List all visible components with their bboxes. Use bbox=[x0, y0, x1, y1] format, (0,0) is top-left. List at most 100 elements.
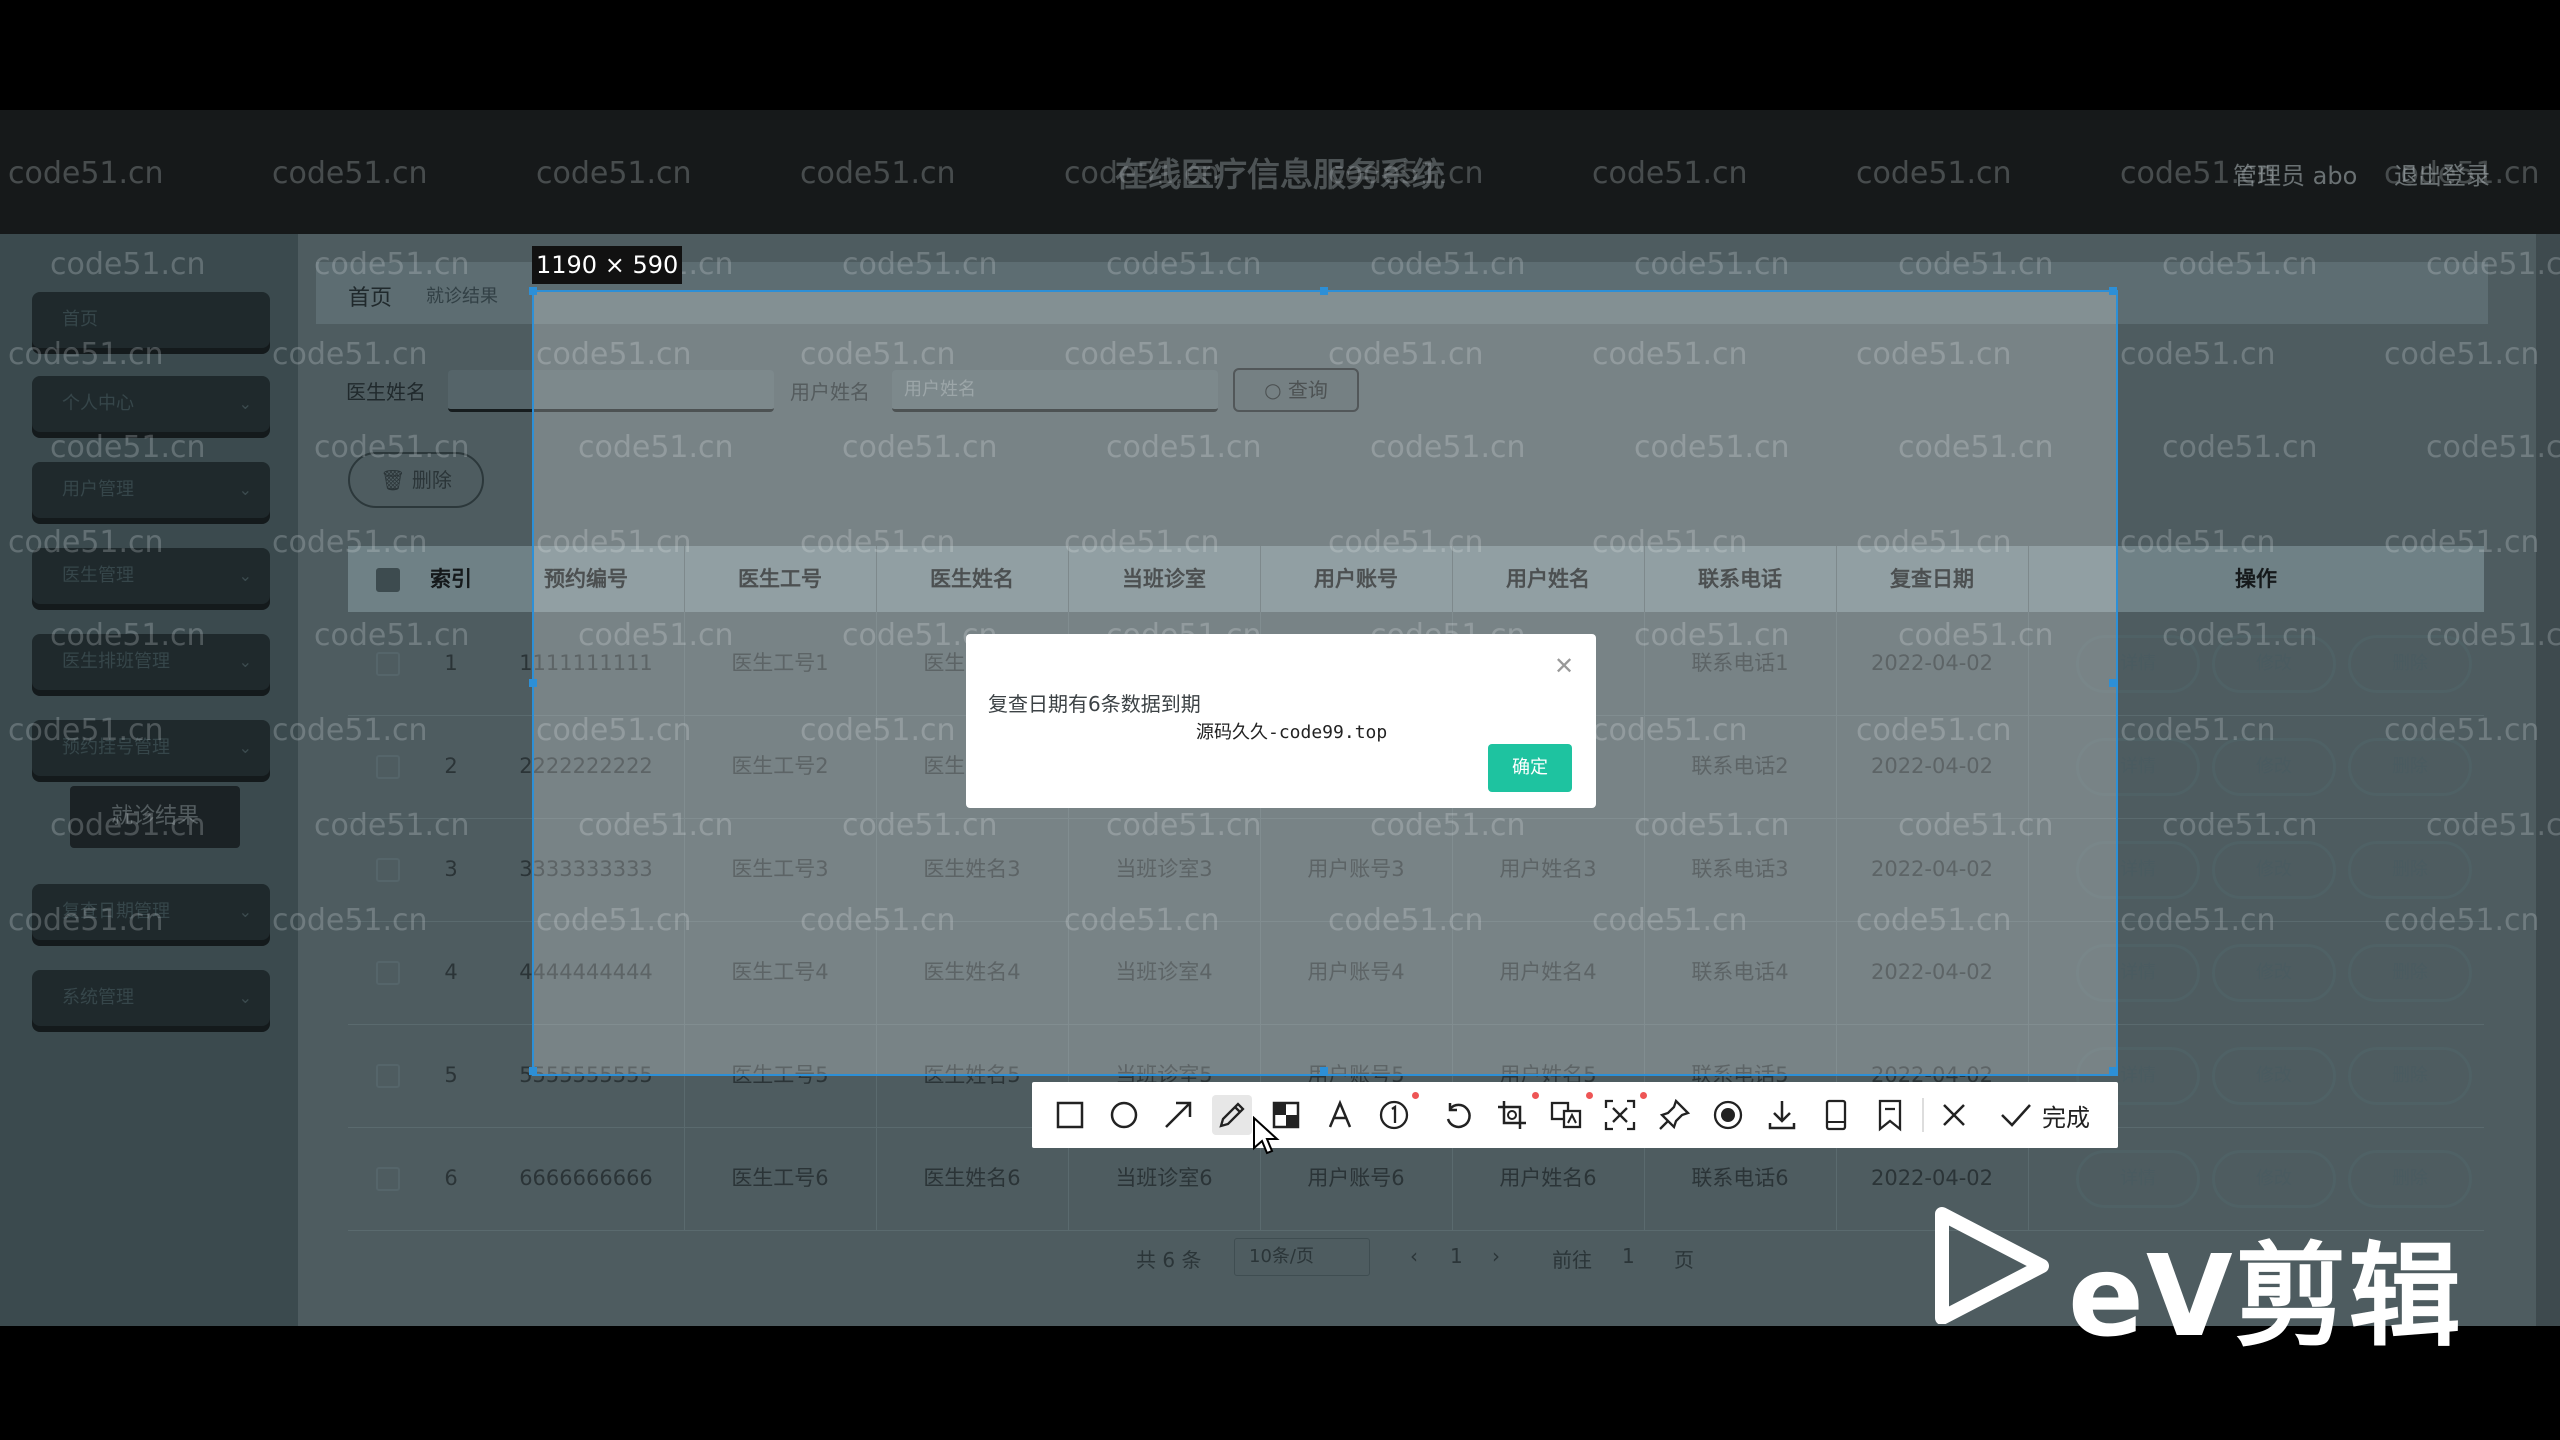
pager-total: 共 6 条 bbox=[1136, 1248, 1202, 1272]
confirm-button[interactable]: 确定 bbox=[1488, 744, 1572, 792]
watermark-text: code51.cn bbox=[2162, 617, 2318, 653]
resize-handle[interactable] bbox=[529, 1067, 537, 1075]
phone-save-icon[interactable] bbox=[1816, 1095, 1856, 1135]
watermark-text: code51.cn bbox=[2120, 712, 2276, 748]
row-checkbox[interactable] bbox=[376, 1167, 400, 1191]
watermark-text: code51.cn bbox=[314, 429, 470, 465]
sidebar-item-label: 首页 bbox=[62, 309, 98, 330]
chevron-down-icon: ⌄ bbox=[238, 738, 252, 757]
watermark-text: code51.cn bbox=[1634, 246, 1790, 282]
watermark-text: code51.cn bbox=[314, 807, 470, 843]
watermark-text: code51.cn bbox=[2162, 429, 2318, 465]
delete-row-button[interactable]: 删除 bbox=[2348, 944, 2472, 1002]
arrow-icon[interactable] bbox=[1158, 1095, 1198, 1135]
select-all-checkbox[interactable] bbox=[376, 568, 400, 592]
chevron-down-icon: ⌄ bbox=[238, 652, 252, 671]
next-page-icon[interactable]: › bbox=[1492, 1244, 1500, 1268]
edit-button[interactable]: 修改 bbox=[2212, 944, 2336, 1002]
edit-button[interactable]: 修改 bbox=[2212, 841, 2336, 899]
close-icon[interactable] bbox=[1934, 1095, 1974, 1135]
page-size-select[interactable]: 10条/页 bbox=[1234, 1238, 1370, 1276]
watermark-text: code51.cn bbox=[272, 903, 428, 938]
watermark-text: code51.cn bbox=[50, 807, 206, 843]
scrollbar[interactable] bbox=[2536, 234, 2560, 1326]
watermark-text: code51.cn bbox=[50, 429, 206, 465]
chevron-down-icon: ⌄ bbox=[238, 902, 252, 921]
watermark-text: code51.cn bbox=[2162, 246, 2318, 282]
pen-icon[interactable] bbox=[1212, 1095, 1252, 1135]
breadcrumb-home[interactable]: 首页 bbox=[348, 280, 392, 312]
resize-handle[interactable] bbox=[1320, 1067, 1328, 1075]
prev-page-icon[interactable]: ‹ bbox=[1410, 1244, 1418, 1268]
row-checkbox[interactable] bbox=[376, 961, 400, 985]
resize-handle[interactable] bbox=[529, 679, 537, 687]
ocr-extract-icon[interactable] bbox=[1600, 1095, 1640, 1135]
cell-idx: 5 bbox=[444, 1063, 458, 1087]
breadcrumb-current: 就诊结果 bbox=[426, 286, 498, 307]
row-checkbox[interactable] bbox=[376, 652, 400, 676]
goto-label: 前往 bbox=[1552, 1248, 1592, 1272]
watermark-text: code51.cn bbox=[2384, 903, 2540, 938]
letterbox-top bbox=[0, 0, 2560, 110]
sidebar: 首页 个人中心 ⌄ 用户管理 ⌄ 医生管理 ⌄ 医生排班管理 ⌄ 预约挂号管理 ⌄ 就诊结… bbox=[0, 234, 298, 1326]
row-checkbox[interactable] bbox=[376, 755, 400, 779]
selection-size-label: 1190 × 590 bbox=[532, 246, 683, 284]
number-marker-icon[interactable] bbox=[1374, 1095, 1414, 1135]
record-icon[interactable] bbox=[1708, 1095, 1748, 1135]
watermark-text: code51.cn bbox=[1328, 156, 1484, 192]
done-button[interactable]: 完成 bbox=[2042, 1098, 2090, 1133]
resize-handle[interactable] bbox=[529, 287, 537, 295]
resize-handle[interactable] bbox=[2109, 679, 2117, 687]
text-icon[interactable] bbox=[1320, 1095, 1360, 1135]
goto-page-input[interactable]: 1 bbox=[1622, 1244, 1635, 1268]
delete-row-button[interactable]: 删除 bbox=[2348, 1047, 2472, 1105]
sidebar-item-label: 系统管理 bbox=[62, 987, 134, 1008]
sidebar-item-label: 医生排班管理 bbox=[62, 651, 170, 672]
chevron-down-icon: ⌄ bbox=[238, 566, 252, 585]
ellipse-icon[interactable] bbox=[1104, 1095, 1144, 1135]
sidebar-item-system[interactable]: 系统管理 ⌄ bbox=[32, 970, 270, 1026]
watermark-text: code51.cn bbox=[8, 712, 164, 748]
detail-button[interactable]: 详情 bbox=[2076, 1150, 2200, 1208]
row-actions: 详情 修改 删除 bbox=[2060, 1024, 2484, 1127]
new-feature-dot bbox=[1640, 1092, 1647, 1099]
bookmark-icon[interactable] bbox=[1870, 1095, 1910, 1135]
watermark-text: code51.cn bbox=[272, 712, 428, 748]
delete-row-button[interactable]: 删除 bbox=[2348, 1150, 2472, 1208]
translate-icon[interactable] bbox=[1546, 1095, 1586, 1135]
download-icon[interactable] bbox=[1762, 1095, 1802, 1135]
watermark-text: code51.cn bbox=[2384, 336, 2540, 372]
row-checkbox[interactable] bbox=[376, 1064, 400, 1088]
watermark-text: code51.cn bbox=[1856, 156, 2012, 192]
close-icon[interactable]: ✕ bbox=[1554, 652, 1574, 680]
edit-button[interactable]: 修改 bbox=[2212, 1047, 2336, 1105]
rectangle-icon[interactable] bbox=[1050, 1095, 1090, 1135]
resize-handle[interactable] bbox=[2109, 287, 2117, 295]
mouse-cursor-icon bbox=[1252, 1115, 1280, 1160]
row-checkbox[interactable] bbox=[376, 858, 400, 882]
cell-no: 6666666666 bbox=[488, 1127, 685, 1230]
new-feature-dot bbox=[1532, 1092, 1539, 1099]
undo-icon[interactable] bbox=[1438, 1095, 1478, 1135]
watermark-text: code51.cn bbox=[50, 617, 206, 653]
sidebar-item-users[interactable]: 用户管理 ⌄ bbox=[32, 462, 270, 518]
watermark-text: code51.cn bbox=[1898, 246, 2054, 282]
dialog-message: 复查日期有6条数据到期 bbox=[988, 692, 1201, 716]
watermark-text: code51.cn bbox=[314, 246, 470, 282]
check-icon[interactable] bbox=[1996, 1095, 2036, 1135]
pin-icon[interactable] bbox=[1654, 1095, 1694, 1135]
delete-row-button[interactable]: 删除 bbox=[2348, 841, 2472, 899]
sidebar-item-label: 医生管理 bbox=[62, 565, 134, 586]
resize-handle[interactable] bbox=[1320, 287, 1328, 295]
watermark-text: code51.cn bbox=[1106, 246, 1262, 282]
watermark-text: code51.cn bbox=[8, 524, 164, 560]
watermark-text: code51.cn bbox=[2384, 712, 2540, 748]
goto-unit: 页 bbox=[1674, 1248, 1694, 1272]
resize-handle[interactable] bbox=[2109, 1067, 2117, 1075]
crop-icon[interactable] bbox=[1492, 1095, 1532, 1135]
sidebar-item-profile[interactable]: 个人中心 ⌄ bbox=[32, 376, 270, 432]
current-page[interactable]: 1 bbox=[1450, 1244, 1463, 1268]
edit-button[interactable]: 修改 bbox=[2212, 1150, 2336, 1208]
trash-icon: 🗑 bbox=[380, 468, 412, 492]
sidebar-item-label: 用户管理 bbox=[62, 479, 134, 500]
